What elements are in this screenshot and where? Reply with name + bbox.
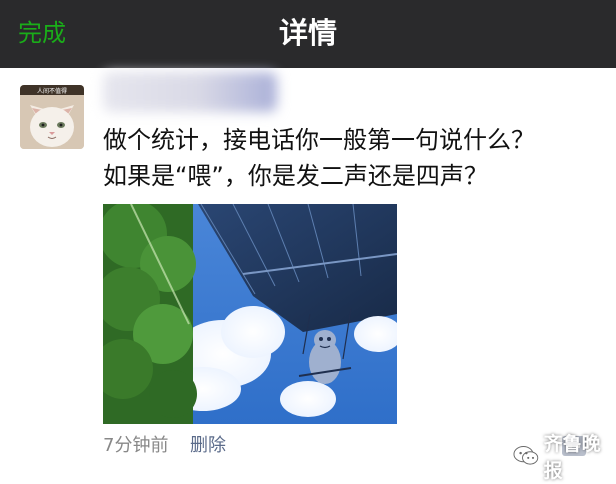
post-text: 做个统计，接电话你一般第一句说什么？ 如果是“喂”，你是发二声还是四声？ (103, 126, 535, 190)
page-title: 详情 (278, 16, 337, 50)
cat-avatar-icon: 人间不值得 (20, 85, 84, 149)
wechat-icon (513, 446, 539, 465)
watermark: 齐鲁晚报 (513, 433, 616, 482)
top-navigation-bar: 完成 详情 (0, 0, 616, 68)
post-timestamp: 7分钟前 (103, 435, 169, 456)
avatar[interactable]: 人间不值得 (20, 85, 84, 149)
post-photo[interactable] (103, 204, 397, 424)
username-blurred (103, 72, 277, 112)
watermark-text: 齐鲁晚报 (543, 433, 601, 482)
delete-button[interactable]: 删除 (190, 433, 226, 459)
avatar-badge-text: 人间不值得 (37, 87, 67, 95)
